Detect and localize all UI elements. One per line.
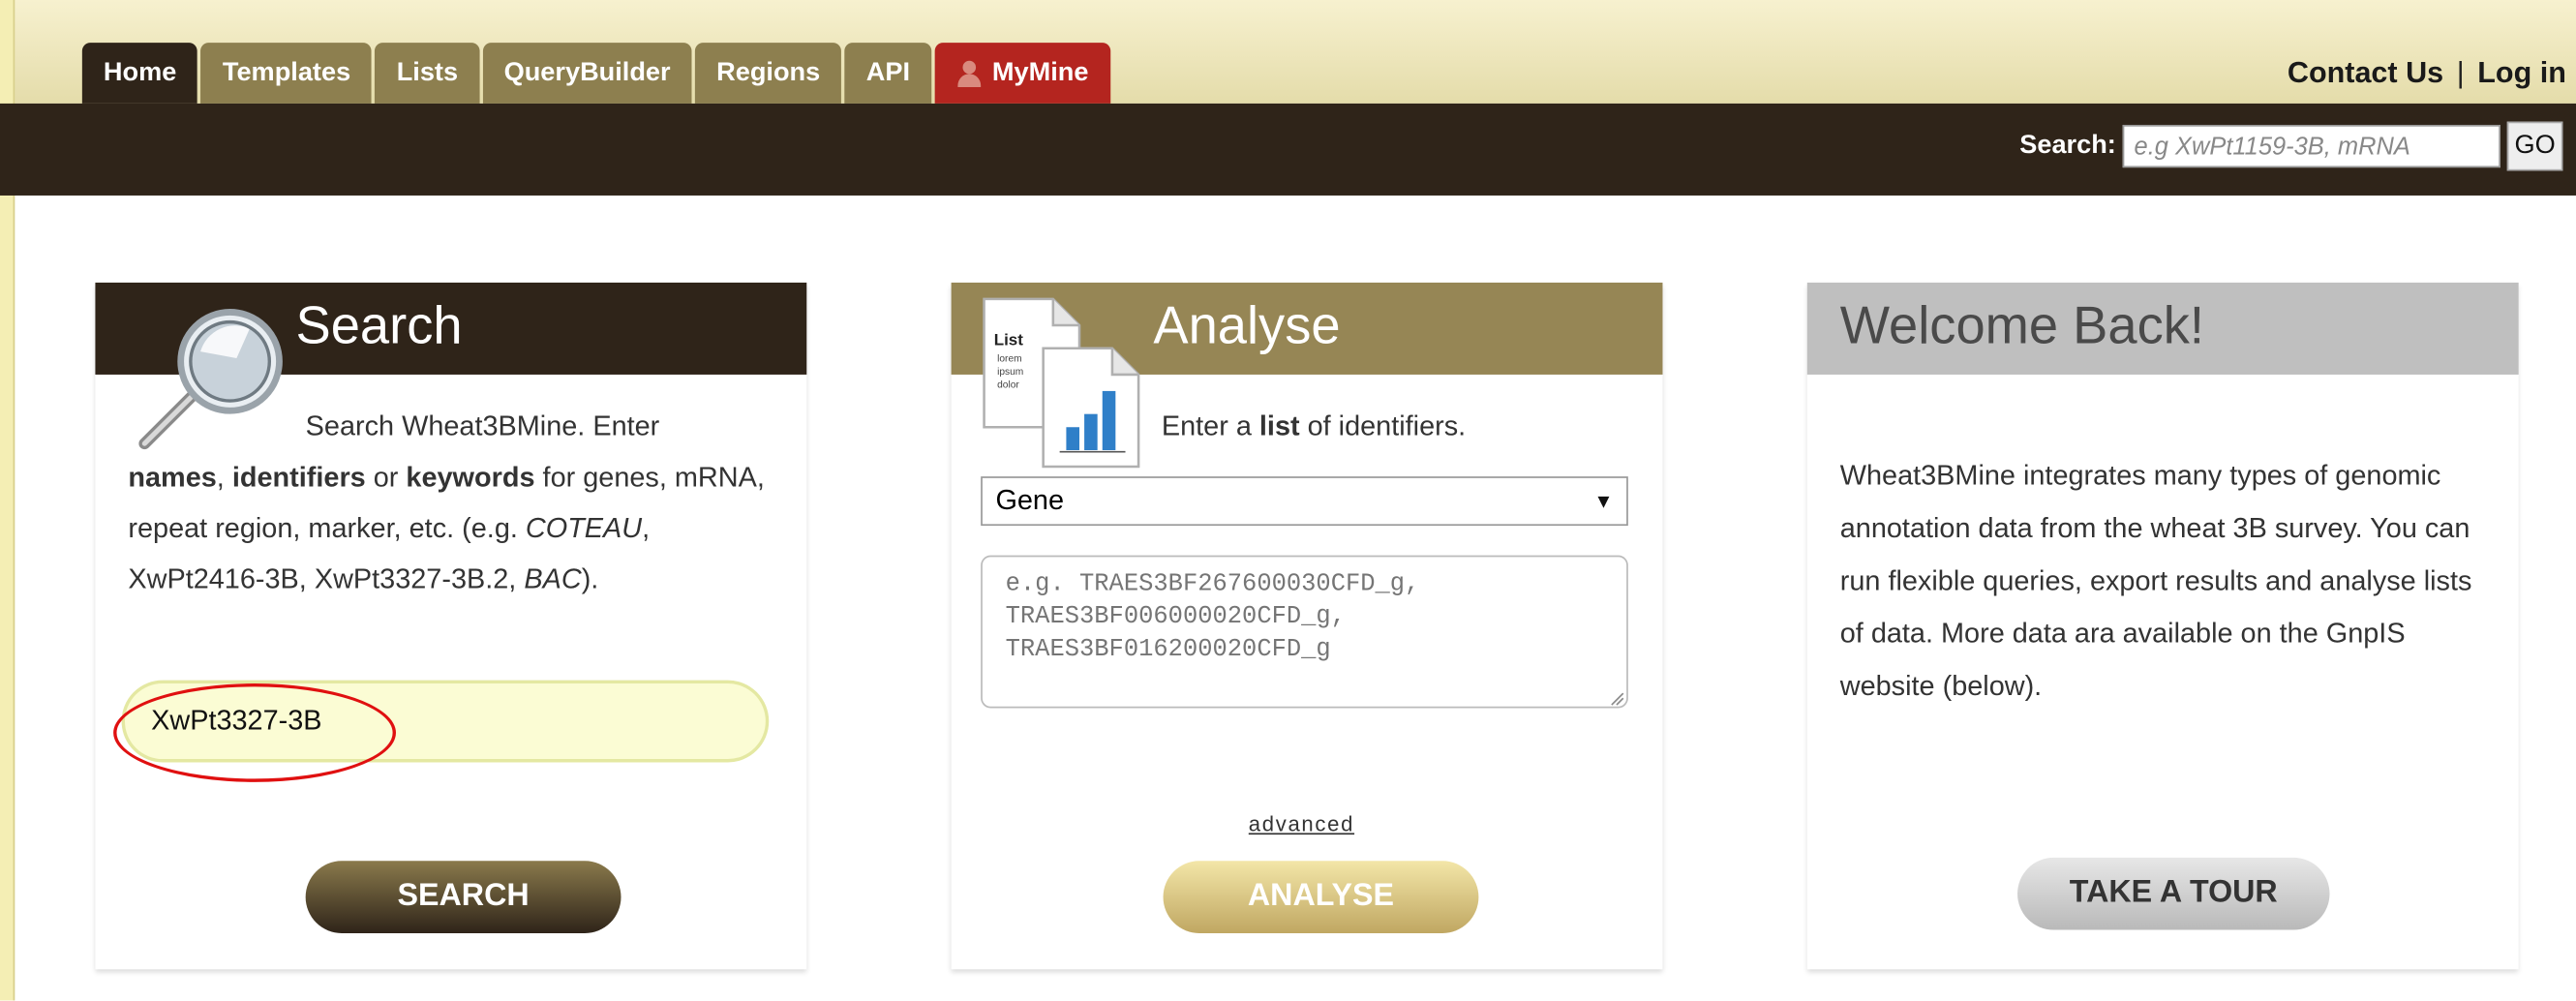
- tab-api[interactable]: API: [844, 43, 932, 104]
- resize-grip-icon[interactable]: [1608, 690, 1624, 707]
- tab-lists-label: Lists: [396, 58, 459, 87]
- desc-or: or: [365, 461, 407, 494]
- welcome-card-title: Welcome Back!: [1839, 295, 2205, 355]
- desc-sep: ,: [216, 461, 232, 494]
- search-card-title: Search: [295, 295, 463, 355]
- go-button[interactable]: GO: [2506, 121, 2563, 171]
- desc-names: names: [128, 461, 217, 494]
- take-a-tour-button[interactable]: TAKE A TOUR: [2017, 857, 2330, 930]
- quicksearch-label: Search:: [2019, 131, 2116, 160]
- welcome-text: Wheat3BMine integrates many types of gen…: [1839, 460, 2472, 702]
- search-button[interactable]: SEARCH: [305, 861, 621, 933]
- analyse-prompt-post: of identifiers.: [1299, 410, 1467, 442]
- tab-querybuilder-label: QueryBuilder: [503, 58, 671, 87]
- quicksearch-bar: Search: GO: [0, 103, 2576, 196]
- advanced-link[interactable]: advanced: [1249, 811, 1354, 835]
- analyse-button[interactable]: ANALYSE: [1163, 861, 1479, 933]
- tab-regions-label: Regions: [716, 58, 821, 87]
- search-desc-line1: Search Wheat3BMine. Enter: [305, 410, 660, 442]
- main-nav-tabs: Home Templates Lists QueryBuilder Region…: [81, 43, 1110, 104]
- desc-example-2: BAC: [524, 563, 582, 595]
- tab-querybuilder[interactable]: QueryBuilder: [482, 43, 692, 104]
- icon-lorem-text: lorem: [997, 353, 1021, 364]
- icon-list-text: List: [994, 330, 1024, 349]
- type-select[interactable]: Gene ▼: [981, 476, 1628, 527]
- analyse-card-title: Analyse: [1153, 295, 1341, 355]
- desc-example-1: COTEAU: [525, 512, 643, 544]
- user-icon: [956, 59, 983, 87]
- tab-home[interactable]: Home: [81, 43, 198, 104]
- tab-api-label: API: [865, 58, 911, 87]
- analyse-prompt: Enter a list of identifiers.: [1162, 401, 1466, 452]
- tab-templates[interactable]: Templates: [200, 43, 373, 104]
- link-separator: |: [2456, 55, 2465, 89]
- tab-regions[interactable]: Regions: [695, 43, 842, 104]
- desc-end: ).: [581, 563, 599, 595]
- welcome-card: Welcome Back! Wheat3BMine integrates man…: [1806, 282, 2519, 970]
- identifiers-textarea[interactable]: [981, 555, 1628, 709]
- search-card-description: Search Wheat3BMine. Enter names, identif…: [128, 401, 785, 604]
- analyse-card: List lorem ipsum dolor Analyse Enter a l…: [951, 282, 1663, 970]
- type-select-value: Gene: [995, 484, 1065, 516]
- search-card: Search Search Wheat3BMine. Enter names, …: [95, 282, 807, 970]
- top-links: Contact Us | Log in: [2288, 56, 2566, 91]
- icon-ipsum-text: ipsum: [997, 367, 1023, 378]
- contact-us-link[interactable]: Contact Us: [2288, 56, 2443, 91]
- list-document-icon: List lorem ipsum dolor: [983, 297, 1140, 469]
- dropdown-arrow-icon: ▼: [1593, 489, 1614, 513]
- login-link[interactable]: Log in: [2477, 56, 2566, 91]
- tab-templates-label: Templates: [222, 58, 351, 87]
- tab-home-label: Home: [103, 58, 177, 87]
- quicksearch: Search: GO: [2019, 121, 2563, 171]
- analyse-prompt-pre: Enter a: [1161, 410, 1259, 442]
- analyse-prompt-bold: list: [1258, 410, 1300, 442]
- desc-identifiers: identifiers: [231, 461, 366, 494]
- main-search-input[interactable]: [121, 680, 770, 763]
- icon-dolor-text: dolor: [997, 380, 1019, 391]
- tab-mymine-label: MyMine: [991, 58, 1089, 87]
- quicksearch-input[interactable]: [2122, 124, 2500, 168]
- desc-keywords: keywords: [406, 461, 535, 494]
- page: Home Templates Lists QueryBuilder Region…: [0, 0, 2576, 1001]
- tab-mymine[interactable]: MyMine: [934, 43, 1110, 104]
- tab-lists[interactable]: Lists: [375, 43, 480, 104]
